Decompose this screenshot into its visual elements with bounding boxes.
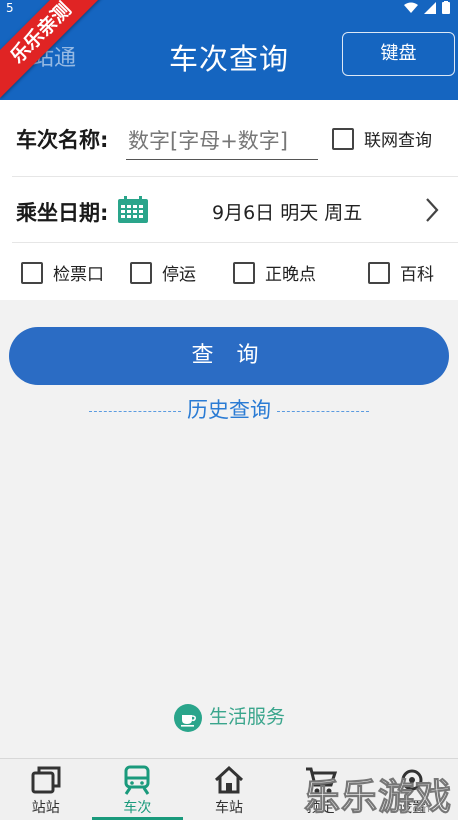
wiki-checkbox-box[interactable] <box>368 261 390 284</box>
dashed-divider-left <box>89 410 181 412</box>
delay-checkbox-box[interactable] <box>233 261 255 284</box>
ticket-gate-checkbox-box[interactable] <box>21 261 43 284</box>
nav-item-station[interactable]: 车站 <box>183 759 275 820</box>
signal-icon <box>424 1 436 14</box>
calendar-icon[interactable] <box>117 196 149 224</box>
online-query-label: 联网查询 <box>364 131 432 151</box>
row-divider <box>12 242 458 243</box>
status-time: 5 <box>6 1 14 15</box>
suspended-checkbox-box[interactable] <box>130 261 152 284</box>
history-query-label[interactable]: 历史查询 <box>187 398 271 422</box>
nav-label-station-to-station: 站站 <box>31 800 60 816</box>
nav-label-station: 车站 <box>214 800 243 816</box>
option-checkbox-wiki[interactable]: 百科 <box>368 260 434 285</box>
history-query-link[interactable]: 历史查询 <box>0 394 458 424</box>
online-query-checkbox-box[interactable] <box>332 127 354 150</box>
chevron-right-icon[interactable] <box>424 196 440 224</box>
status-icons <box>404 1 450 14</box>
nav-label-train: 车次 <box>123 800 152 816</box>
option-checkbox-suspended[interactable]: 停运 <box>130 260 196 285</box>
travel-date-label: 乘坐日期: <box>16 201 109 225</box>
nav-item-station-to-station[interactable]: 站站 <box>0 759 92 820</box>
query-button[interactable]: 查 询 <box>9 327 449 385</box>
online-query-checkbox[interactable]: 联网查询 <box>332 126 432 151</box>
train-number-input[interactable] <box>126 122 318 160</box>
suspended-label: 停运 <box>162 265 196 285</box>
wifi-icon <box>404 2 418 13</box>
life-service-link[interactable]: 生活服务 <box>0 702 458 733</box>
delay-label: 正晚点 <box>265 265 316 285</box>
station-to-station-icon <box>31 766 61 794</box>
keyboard-button[interactable]: 键盘 <box>342 32 455 76</box>
wiki-label: 百科 <box>400 265 434 285</box>
query-form: 车次名称: 联网查询 乘坐日期: 9月6日 明天 周五 检票口 停运 正晚点 百… <box>0 100 458 300</box>
nav-item-train[interactable]: 车次 <box>91 759 184 820</box>
travel-date-value[interactable]: 9月6日 明天 周五 <box>212 198 362 225</box>
watermark-sub: .com <box>403 802 430 815</box>
life-service-label[interactable]: 生活服务 <box>209 706 285 728</box>
option-checkbox-ticket-gate[interactable]: 检票口 <box>21 260 104 285</box>
coffee-cup-icon <box>173 703 202 732</box>
battery-icon <box>442 1 450 14</box>
train-number-label: 车次名称: <box>16 128 109 152</box>
option-checkbox-delay[interactable]: 正晚点 <box>233 260 316 285</box>
home-station-icon <box>214 765 244 794</box>
ticket-gate-label: 检票口 <box>53 265 104 285</box>
train-icon <box>124 765 150 795</box>
row-divider <box>12 176 458 177</box>
dashed-divider-right <box>277 410 369 412</box>
